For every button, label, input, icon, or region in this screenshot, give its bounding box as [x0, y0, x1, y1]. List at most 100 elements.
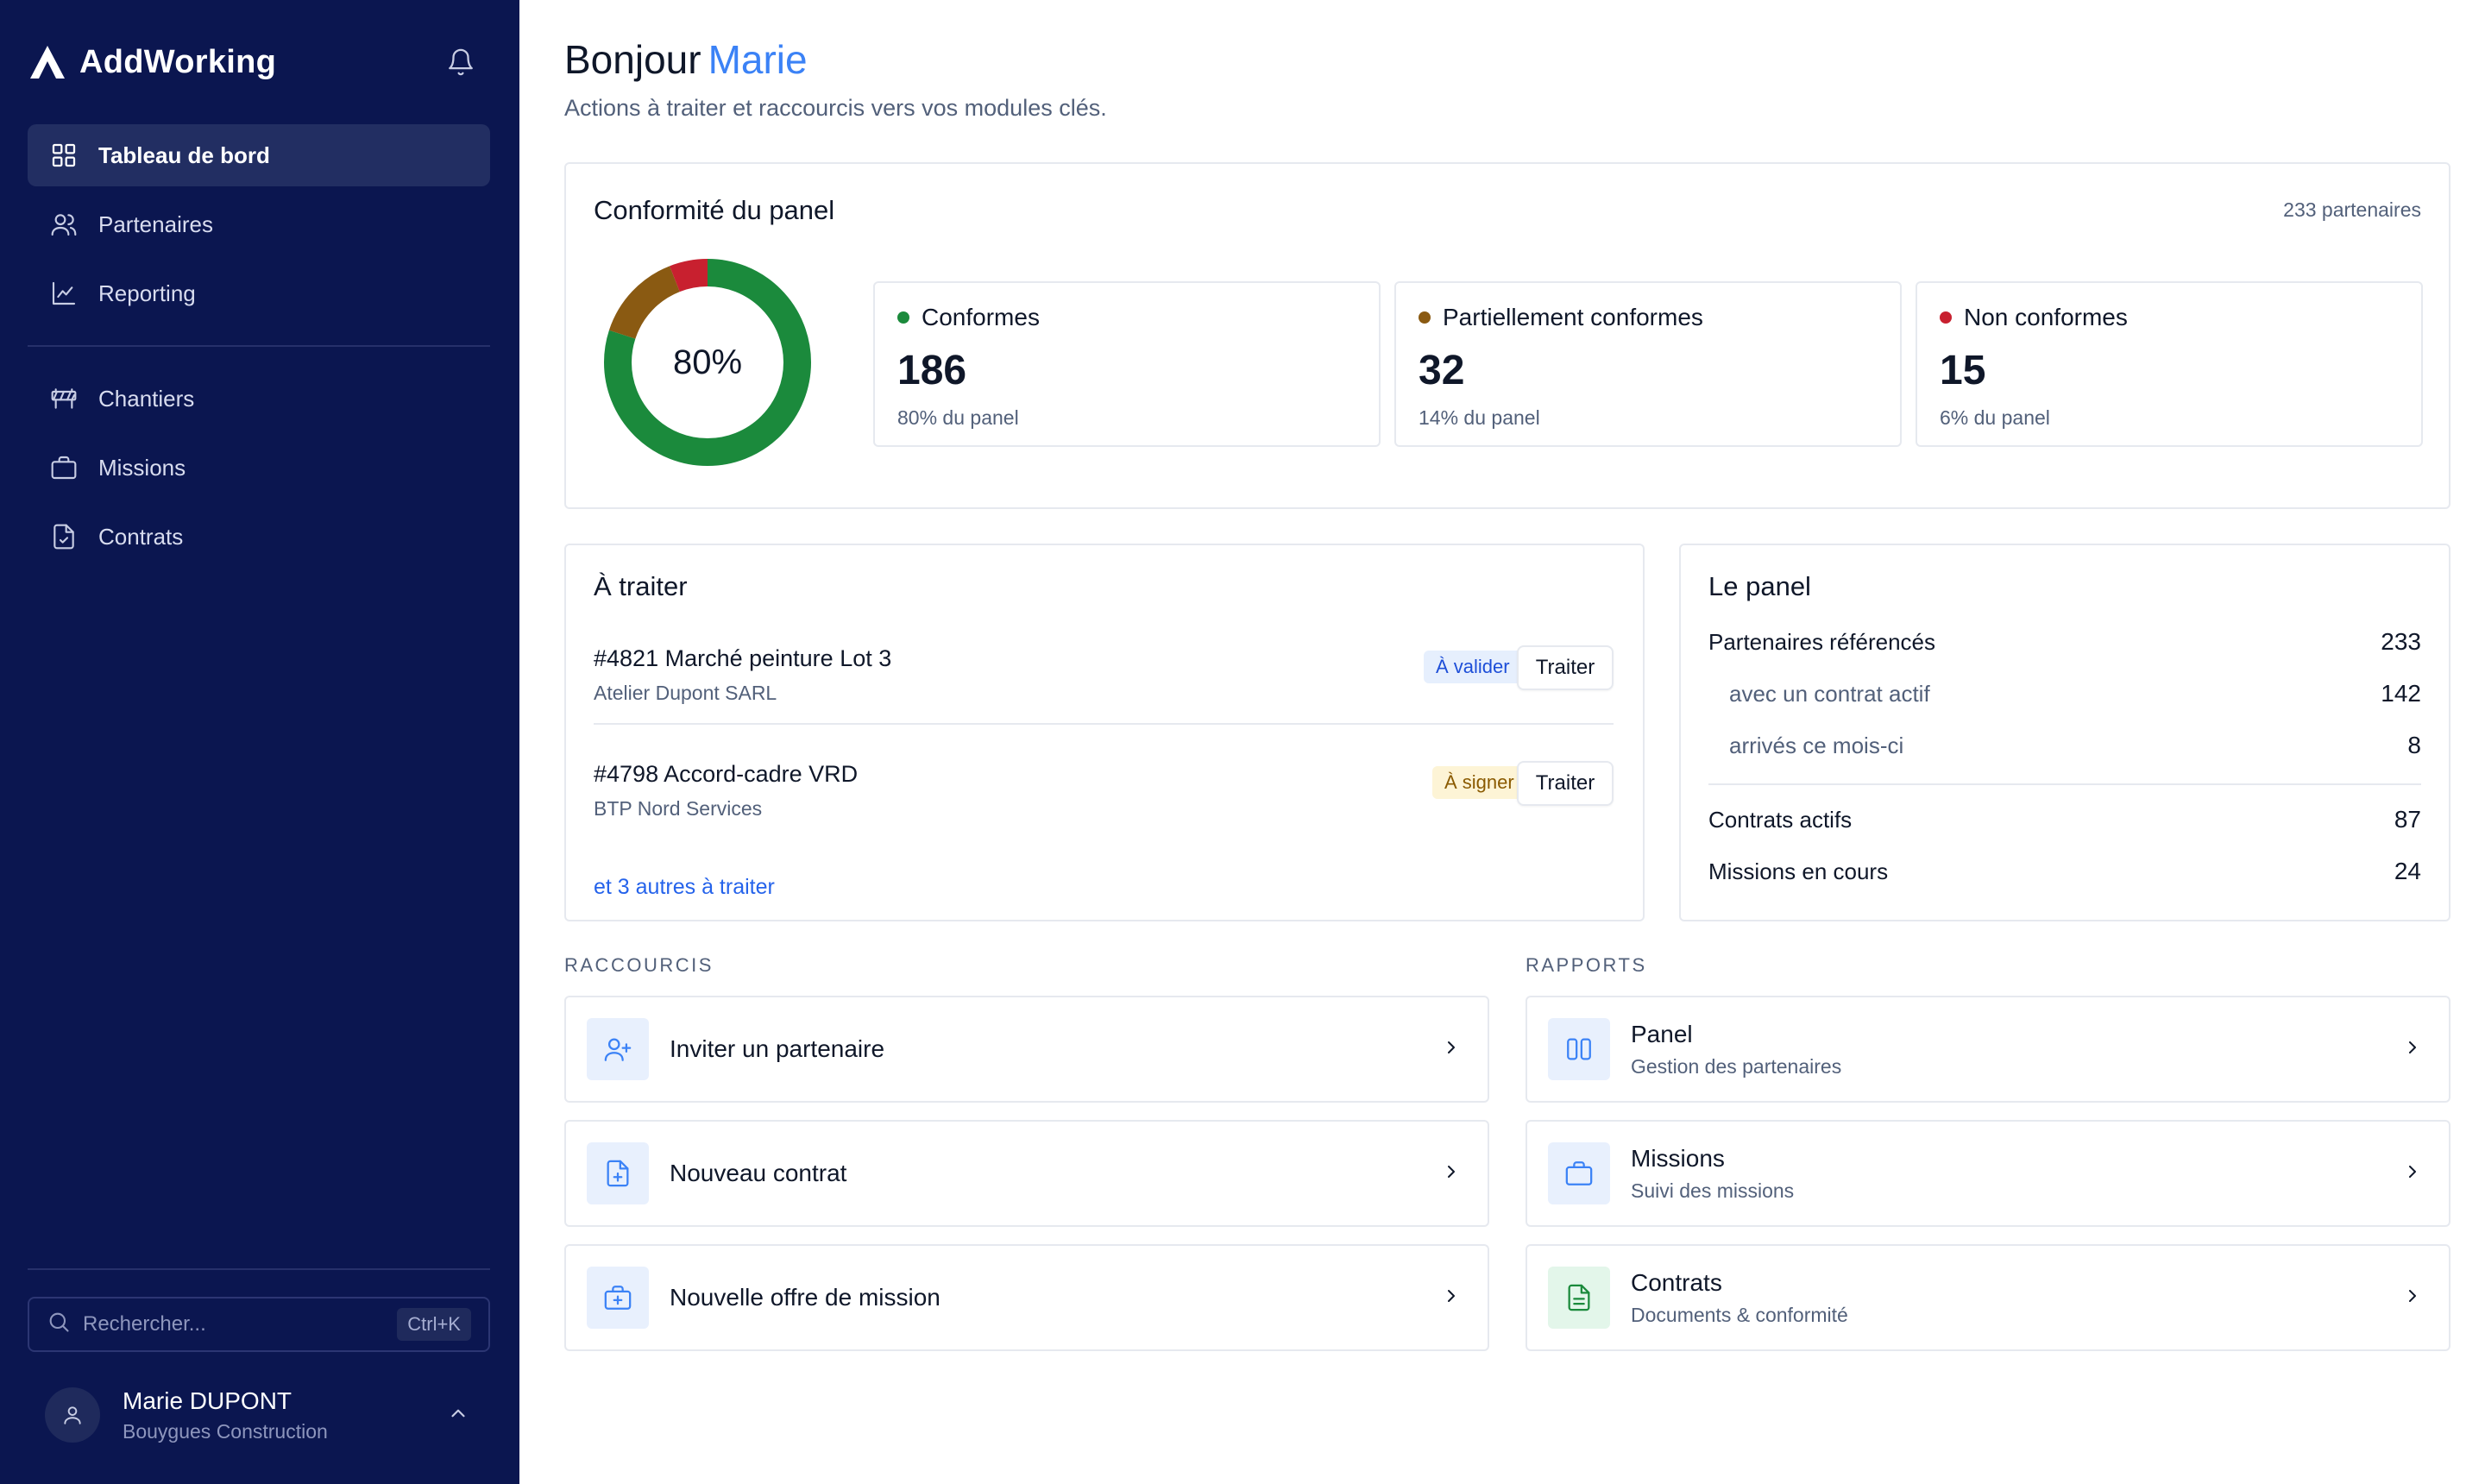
brand[interactable]: AddWorking [28, 41, 276, 83]
panel-card: Le panel Partenaires référencés 233 avec… [1679, 544, 2450, 921]
shortcut-label: Inviter un partenaire [670, 1035, 885, 1062]
chevron-right-icon [1441, 1037, 1462, 1062]
panel-title: Le panel [1708, 571, 1811, 601]
addworking-logo-icon [28, 43, 67, 81]
stat-label: Partiellement conformes [1443, 304, 1703, 330]
shortcut-label: Nouveau contrat [670, 1160, 847, 1186]
stat-value: 186 [897, 348, 967, 393]
stat-percent: 80% du panel [897, 406, 1019, 429]
sidebar: AddWorking Tableau de bord Partenaires R… [0, 0, 519, 1484]
sidebar-item-label: Missions [98, 454, 186, 481]
bell-icon[interactable] [442, 43, 480, 81]
stat-conformes: Conformes 186 80% du panel [873, 281, 1381, 447]
file-check-icon [48, 521, 79, 552]
traiter-button[interactable]: Traiter [1517, 761, 1614, 806]
report-panel[interactable]: Panel Gestion des partenaires [1526, 996, 2450, 1103]
traiter-button[interactable]: Traiter [1517, 645, 1614, 690]
shortcut-nouveau-contrat[interactable]: Nouveau contrat [564, 1120, 1489, 1227]
todo-card: À traiter #4821 Marché peinture Lot 3 At… [564, 544, 1645, 921]
partner-count: 233 partenaires [2283, 198, 2421, 221]
panel-row-value: 87 [2394, 806, 2421, 833]
compliance-donut: 80% [604, 259, 811, 466]
report-title: Contrats [1631, 1268, 1722, 1296]
search-shortcut: Ctrl+K [397, 1308, 471, 1341]
panel-row-label: arrivés ce mois-ci [1729, 732, 1904, 758]
report-subtitle: Gestion des partenaires [1631, 1054, 1842, 1078]
stat-non-conformes: Non conformes 15 6% du panel [1916, 281, 2423, 447]
search-placeholder: Rechercher... [83, 1312, 206, 1336]
users-icon [48, 209, 79, 240]
more-todo-link[interactable]: et 3 autres à traiter [594, 875, 775, 900]
sidebar-divider [28, 1268, 490, 1270]
avatar [45, 1387, 100, 1443]
panel-row-contrats-actifs: Contrats actifs 87 [1708, 802, 2421, 837]
sidebar-item-label: Reporting [98, 280, 196, 306]
todo-item: #4798 Accord-cadre VRD BTP Nord Services… [594, 761, 1614, 854]
grid-icon [48, 140, 79, 171]
panel-divider [1708, 783, 2421, 785]
panel-row-value: 24 [2394, 858, 2421, 884]
brand-name: AddWorking [79, 43, 277, 80]
sidebar-item-tableau-de-bord[interactable]: Tableau de bord [28, 124, 490, 186]
line-chart-icon [48, 278, 79, 309]
stat-value: 15 [1940, 348, 1986, 393]
chevron-right-icon [2402, 1037, 2423, 1062]
chevron-up-icon[interactable] [447, 1402, 469, 1429]
report-subtitle: Suivi des missions [1631, 1179, 1795, 1202]
sidebar-divider [28, 345, 490, 347]
compliance-card: Conformité du panel 233 partenaires 80% … [564, 162, 2450, 509]
shortcut-label: Nouvelle offre de mission [670, 1284, 941, 1311]
greeting-text: Bonjour [564, 37, 701, 82]
panel-row-missions: Missions en cours 24 [1708, 854, 2421, 889]
sidebar-item-contrats[interactable]: Contrats [28, 506, 490, 568]
report-contrats[interactable]: Contrats Documents & conformité [1526, 1244, 2450, 1351]
file-text-icon [1548, 1267, 1610, 1329]
road-barrier-icon [48, 383, 79, 414]
briefcase-plus-icon [587, 1267, 649, 1329]
donut-percentage: 80% [672, 343, 743, 381]
reports-label: RAPPORTS [1526, 954, 1647, 976]
briefcase-icon [48, 452, 79, 483]
todo-divider [594, 723, 1614, 725]
status-dot [1940, 311, 1952, 324]
sidebar-item-reporting[interactable]: Reporting [28, 262, 490, 324]
status-dot [1419, 311, 1431, 324]
panel-row-label: Partenaires référencés [1708, 628, 1936, 655]
shortcuts-label: RACCOURCIS [564, 954, 714, 976]
report-title: Missions [1631, 1144, 1725, 1172]
todo-item-title: #4798 Accord-cadre VRD [594, 761, 859, 787]
todo-item-title: #4821 Marché peinture Lot 3 [594, 645, 892, 671]
stat-percent: 6% du panel [1940, 406, 2050, 429]
panel-row-value: 233 [2381, 628, 2421, 655]
panel-row-label: Missions en cours [1708, 858, 1889, 884]
sidebar-item-missions[interactable]: Missions [28, 437, 490, 499]
page-subtitle: Actions à traiter et raccourcis vers vos… [564, 95, 1107, 121]
user-company: Bouygues Construction [123, 1419, 328, 1443]
briefcase-icon [1548, 1142, 1610, 1204]
status-badge: À valider [1424, 651, 1522, 683]
sidebar-item-partenaires[interactable]: Partenaires [28, 193, 490, 255]
user-menu[interactable]: Marie DUPONT Bouygues Construction [28, 1374, 490, 1456]
todo-item-company: BTP Nord Services [594, 797, 763, 820]
chevron-right-icon [1441, 1161, 1462, 1186]
shortcut-nouvelle-offre-mission[interactable]: Nouvelle offre de mission [564, 1244, 1489, 1351]
panel-row-value: 8 [2407, 732, 2421, 758]
sidebar-item-label: Partenaires [98, 211, 213, 237]
search-input[interactable]: Rechercher... Ctrl+K [28, 1297, 490, 1352]
report-title: Panel [1631, 1020, 1693, 1047]
report-subtitle: Documents & conformité [1631, 1303, 1848, 1326]
chevron-right-icon [1441, 1286, 1462, 1311]
columns-icon [1548, 1018, 1610, 1080]
page-title: Bonjour Marie [564, 36, 808, 83]
stat-value: 32 [1419, 348, 1465, 393]
status-dot [897, 311, 909, 324]
shortcut-inviter-partenaire[interactable]: Inviter un partenaire [564, 996, 1489, 1103]
stat-label: Non conformes [1964, 304, 2128, 330]
report-missions[interactable]: Missions Suivi des missions [1526, 1120, 2450, 1227]
panel-row-label: avec un contrat actif [1729, 680, 1930, 707]
sidebar-item-chantiers[interactable]: Chantiers [28, 368, 490, 430]
panel-row-arrives: arrivés ce mois-ci 8 [1708, 728, 2421, 763]
stat-partiellement-conformes: Partiellement conformes 32 14% du panel [1394, 281, 1902, 447]
panel-row-partenaires: Partenaires référencés 233 [1708, 625, 2421, 659]
sidebar-item-label: Chantiers [98, 385, 195, 412]
